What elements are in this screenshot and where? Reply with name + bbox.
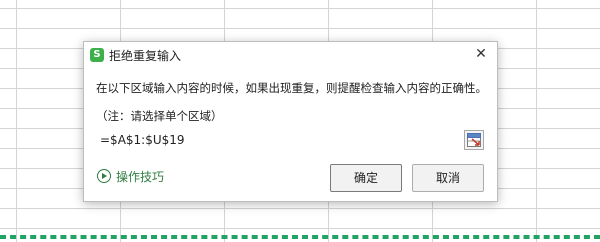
range-picker-button[interactable] xyxy=(464,130,484,150)
cell-selection-marquee xyxy=(0,235,600,239)
dialog-title: 拒绝重复输入 xyxy=(109,49,182,63)
cancel-button[interactable]: 取消 xyxy=(412,164,484,192)
reject-duplicates-dialog: S 拒绝重复输入 ✕ 在以下区域输入内容的时候，如果出现重复，则提醒检查输入内容… xyxy=(83,41,498,202)
close-icon[interactable]: ✕ xyxy=(473,46,489,62)
ok-button[interactable]: 确定 xyxy=(330,164,402,192)
operation-tips-link[interactable]: 操作技巧 xyxy=(97,168,164,184)
operation-tips-label: 操作技巧 xyxy=(116,169,165,184)
dialog-message: 在以下区域输入内容的时候，如果出现重复，则提醒检查输入内容的正确性。 xyxy=(96,81,487,95)
play-circle-icon xyxy=(97,169,111,183)
dialog-note: （注：请选择单个区域） xyxy=(96,109,223,123)
range-picker-icon xyxy=(467,133,481,147)
range-input[interactable] xyxy=(96,130,460,150)
dialog-titlebar[interactable]: S 拒绝重复输入 ✕ xyxy=(84,42,497,68)
wps-app-icon: S xyxy=(90,48,104,62)
